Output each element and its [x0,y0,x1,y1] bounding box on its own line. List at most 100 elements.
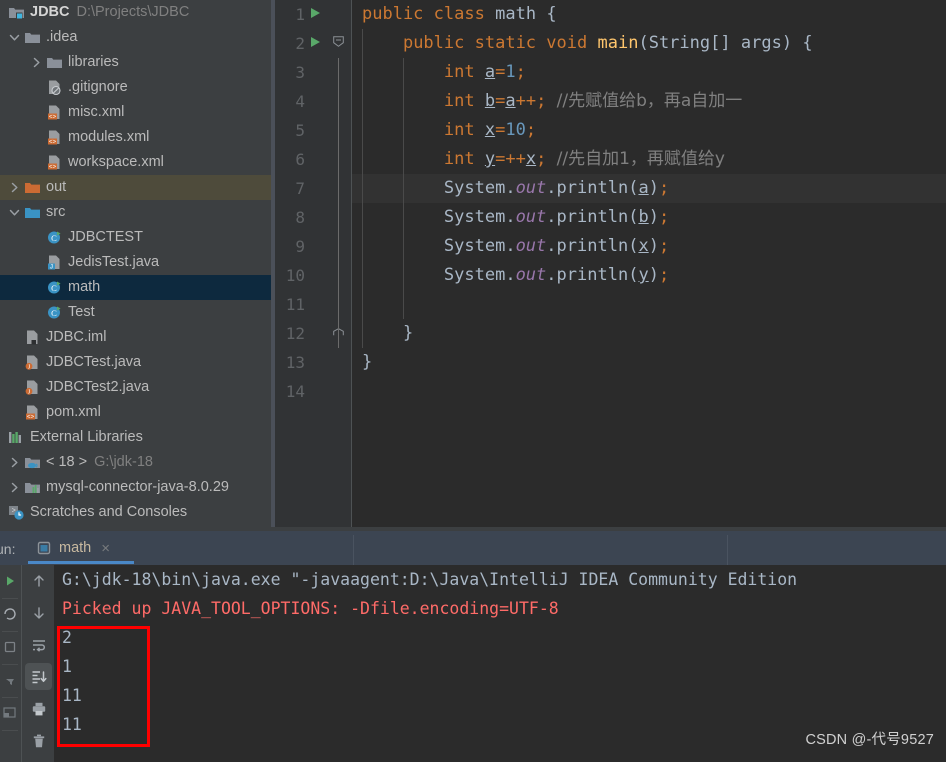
xml-file-icon: <> [46,104,63,121]
gutter-markers[interactable] [305,145,352,174]
project-tree-items[interactable]: .idea libraries .gitignore <> misc.xml <> modu… [0,25,271,525]
gutter-markers[interactable] [305,348,352,377]
stop-icon[interactable] [0,631,20,664]
editor-code-area[interactable]: public class math { public static void m… [352,0,946,527]
tree-row-out[interactable]: out [0,175,271,200]
gutter-row[interactable]: 11 [275,290,352,319]
chevron-right-icon[interactable] [8,481,21,494]
gutter-markers[interactable] [305,29,352,58]
gutter-markers[interactable] [305,58,352,87]
code-line[interactable]: } [352,348,946,377]
print-icon[interactable] [22,693,55,725]
run-tab-active-underline [28,561,134,564]
code-line[interactable]: System.out.println(b); [352,203,946,232]
code-line[interactable]: int a=1; [352,58,946,87]
gutter-markers[interactable] [305,261,352,290]
tree-row-jdbctest-java[interactable]: J JDBCTest.java [0,350,271,375]
code-line[interactable]: } [352,319,946,348]
gutter-markers[interactable] [305,232,352,261]
run-gutter-icon[interactable] [311,37,320,47]
gutter-markers[interactable] [305,87,352,116]
code-line[interactable]: public static void main(String[] args) { [352,29,946,58]
run-tab-math[interactable]: math × [30,531,116,565]
gutter-row[interactable]: 14 [275,377,352,406]
gutter-row[interactable]: 8 [275,203,352,232]
gutter-markers[interactable] [305,290,352,319]
chevron-right-icon[interactable] [30,56,43,69]
tree-row-gitignore[interactable]: .gitignore [0,75,271,100]
up-arrow-icon[interactable] [22,565,55,597]
code-line[interactable] [352,290,946,319]
layout-icon[interactable] [0,697,20,730]
tree-row-misc-xml[interactable]: <> misc.xml [0,100,271,125]
gutter-row[interactable]: 1 [275,0,352,29]
code-line[interactable]: public class math { [352,0,946,29]
down-arrow-icon[interactable] [22,597,55,629]
gutter-row[interactable]: 9 [275,232,352,261]
scroll-to-end-icon[interactable] [22,661,55,693]
gutter-markers[interactable] [305,174,352,203]
tree-row-jedistest-java[interactable]: J JedisTest.java [0,250,271,275]
java-class-icon: C [46,229,63,246]
run-controls-strip[interactable] [0,565,20,762]
tree-row-18[interactable]: < 18 > G:\jdk-18 [0,450,271,475]
close-icon[interactable]: × [101,541,110,556]
chevron-down-icon[interactable] [8,206,21,219]
tree-row-workspace-xml[interactable]: <> workspace.xml [0,150,271,175]
tree-row-jdbctest[interactable]: C JDBCTEST [0,225,271,250]
gutter-row[interactable]: 3 [275,58,352,87]
pin-icon[interactable] [0,664,20,697]
gutter-row[interactable]: 10 [275,261,352,290]
console-line: G:\jdk-18\bin\java.exe "-javaagent:D:\Ja… [62,570,798,589]
code-editor[interactable]: 1 2 3 4 5 6 7 8 9 10 11 12 13 14 public class math { … [275,0,946,527]
console-toolbar[interactable] [21,565,54,762]
gutter-row[interactable]: 6 [275,145,352,174]
code-line[interactable]: System.out.println(y); [352,261,946,290]
tree-row-pom-xml[interactable]: <> pom.xml [0,400,271,425]
code-line[interactable] [352,377,946,406]
gutter-row[interactable]: 7 [275,174,352,203]
gutter-row[interactable]: 13 [275,348,352,377]
watermark-text: CSDN @-代号9527 [805,732,934,748]
tree-item-label: out [46,179,67,196]
tree-row-scratches-and-consoles[interactable]: > Scratches and Consoles [0,500,271,525]
chevron-right-icon[interactable] [8,456,21,469]
run-gutter-icon[interactable] [311,8,320,18]
editor-gutter[interactable]: 1 2 3 4 5 6 7 8 9 10 11 12 13 14 [275,0,352,527]
tree-row-project-root[interactable]: JDBC D:\Projects\JDBC [0,0,271,25]
tree-row-jdbctest2-java[interactable]: J JDBCTest2.java [0,375,271,400]
gutter-markers[interactable] [305,203,352,232]
project-tree-panel[interactable]: JDBC D:\Projects\JDBC .idea libraries .git… [0,0,271,527]
gutter-row[interactable]: 12 [275,319,352,348]
soft-wrap-icon[interactable] [22,629,55,661]
code-line[interactable]: int b=a++; //先赋值给b，再a自加一 [352,87,946,116]
tree-row-external-libraries[interactable]: External Libraries [0,425,271,450]
tree-row-jdbc-iml[interactable]: JDBC.iml [0,325,271,350]
code-line[interactable]: System.out.println(x); [352,232,946,261]
gutter-row[interactable]: 2 [275,29,352,58]
code-line[interactable]: System.out.println(a); [352,174,946,203]
gutter-markers[interactable] [305,116,352,145]
rerun-icon[interactable] [0,565,20,598]
chevron-right-icon[interactable] [8,181,21,194]
trash-icon[interactable] [22,725,55,757]
tree-row-src[interactable]: src [0,200,271,225]
tree-row-test[interactable]: C Test [0,300,271,325]
tree-row-libraries[interactable]: libraries [0,50,271,75]
code-line[interactable]: int x=10; [352,116,946,145]
tree-row-mysql-connector-java-8-0-29[interactable]: mysql-connector-java-8.0.29 [0,475,271,500]
tree-row-modules-xml[interactable]: <> modules.xml [0,125,271,150]
tree-item-label: JedisTest.java [68,254,160,271]
gutter-markers[interactable] [305,377,352,406]
indent-guide [402,87,404,116]
code-line[interactable]: int y=++x; //先自加1，再赋值给y [352,145,946,174]
tree-row-idea[interactable]: .idea [0,25,271,50]
fold-marker-icon[interactable] [333,36,344,47]
rerun-failed-icon[interactable] [0,598,20,631]
gutter-row[interactable]: 4 [275,87,352,116]
chevron-down-icon[interactable] [8,31,21,44]
gutter-markers[interactable] [305,319,352,348]
gutter-row[interactable]: 5 [275,116,352,145]
gutter-markers[interactable] [305,0,352,29]
tree-row-math[interactable]: Cmath [0,275,271,300]
